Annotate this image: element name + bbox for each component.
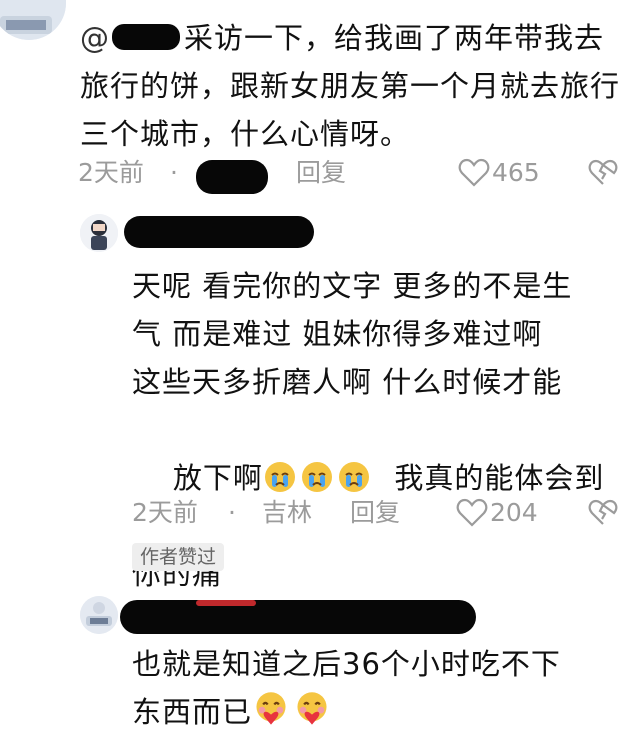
comment-text-body: 采访一下，给我画了两年带我去旅行的饼，跟新女朋友第一个月就去旅行三个城市，什么心… [80, 21, 621, 151]
avatar-image [80, 214, 118, 252]
comment-meta: 2天前 · 回复 465 [78, 156, 618, 190]
avatar[interactable] [0, 0, 66, 40]
like-heart-icon[interactable] [456, 498, 488, 528]
redaction-accent [196, 600, 256, 606]
comment-location: 吉林 [262, 498, 313, 527]
crying-face-emoji [264, 462, 295, 492]
hugging-face-emoji [256, 692, 286, 725]
comment-text: 也就是知道之后36个小时吃不下 东西而已 [132, 640, 622, 736]
meta-separator: · [228, 498, 236, 527]
comment-reply-button[interactable]: 回复 [296, 156, 346, 190]
dislike-broken-heart-icon[interactable] [588, 499, 618, 527]
comment-time: 2天前 [132, 498, 198, 527]
comment-text-segment: 我真的能体会到 [373, 461, 605, 495]
redacted-location [196, 160, 268, 194]
comment-meta: 2天前 · 吉林 回复 204 [132, 496, 622, 530]
avatar-image [80, 596, 118, 634]
author-liked-badge: 作者赞过 [132, 543, 225, 571]
avatar-image [0, 0, 66, 40]
comment-reply-button[interactable]: 回复 [350, 496, 400, 530]
dislike-broken-heart-icon[interactable] [588, 159, 618, 187]
comment-text-line: 这些天多折磨人啊 什么时候才能 [132, 365, 563, 399]
comment-time: 2天前 [78, 158, 144, 187]
redacted-username [124, 216, 314, 248]
avatar[interactable] [80, 596, 118, 634]
redacted-username [120, 600, 476, 634]
comment-text: 采访一下，给我画了两年带我去旅行的饼，跟新女朋友第一个月就去旅行三个城市，什么心… [80, 14, 620, 158]
comment-text-segment: 放下啊 [172, 461, 263, 495]
comment-text-line: 气 而是难过 姐妹你得多难过啊 [132, 317, 543, 351]
meta-separator: · [170, 158, 178, 187]
hugging-face-emoji [297, 692, 327, 725]
comment-text-line: 东西而已 [132, 688, 622, 736]
crying-face-emoji [338, 462, 369, 492]
comment-text-segment: 东西而已 [132, 695, 253, 729]
comment-text-line: 也就是知道之后36个小时吃不下 [132, 647, 561, 681]
like-count[interactable]: 465 [492, 156, 540, 190]
avatar[interactable] [80, 214, 118, 252]
crying-face-emoji [301, 462, 332, 492]
like-count[interactable]: 204 [490, 496, 538, 530]
comment-text-line: 天呢 看完你的文字 更多的不是生 [132, 269, 573, 303]
like-heart-icon[interactable] [458, 158, 490, 188]
